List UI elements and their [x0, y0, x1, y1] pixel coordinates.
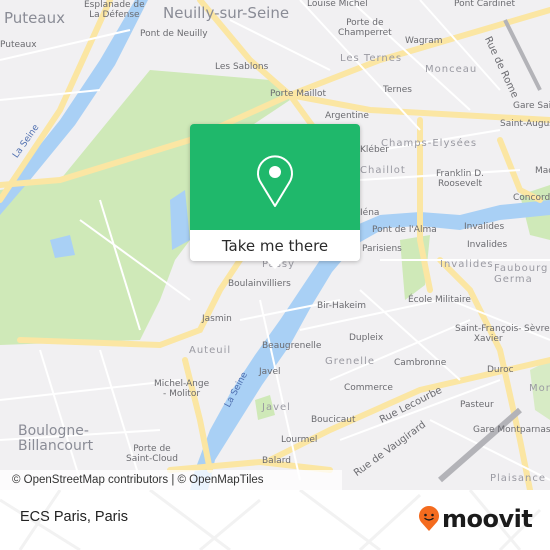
map-label-gare-saint-lazare: Gare Saint-Lazare — [513, 101, 550, 111]
map-label-lourmel: Lourmel — [281, 435, 318, 445]
map-label-franklin-roosevelt: Franklin D. Roosevelt — [436, 169, 485, 189]
map-label-parisiens: Parisiens — [362, 244, 402, 254]
map-label-pont-de-l-alma: Pont de l'Alma — [372, 225, 437, 235]
map-label-duroc: Duroc — [487, 365, 514, 375]
map-label-invalides: Invalides — [464, 222, 505, 232]
map-label-saint-francois-xavier: Saint-François- Xavier — [455, 324, 522, 344]
map-label-esplanade: Esplanade de La Défense — [84, 0, 145, 20]
moovit-smiley-pin-icon — [419, 506, 439, 531]
map-label-javel-district: Javel — [262, 402, 291, 413]
map-label-kleber: Kléber — [360, 145, 389, 155]
moovit-wordmark: moovit — [442, 505, 533, 533]
map-label-puteaux: Puteaux — [4, 9, 65, 27]
map-label-montparnasse: Montparnasse — [529, 383, 550, 394]
railway — [438, 407, 522, 483]
place-name: ECS Paris, Paris — [20, 509, 128, 525]
popup-header[interactable] — [190, 124, 360, 230]
map-label-javel-station: Javel — [259, 367, 281, 377]
map-label-monceau: Monceau — [425, 64, 478, 75]
map-label-louise-michel: Louise Michel — [307, 0, 368, 9]
map-label-les-sablons: Les Sablons — [215, 62, 269, 72]
map-label-pont-de-neuilly: Pont de Neuilly — [140, 29, 208, 39]
map-label-gare-montparnasse: Gare Montparnasse — [473, 425, 550, 435]
map-label-bir-hakeim: Bir-Hakeim — [317, 301, 367, 311]
map-label-plaisance: Plaisance — [490, 473, 547, 484]
map-label-les-ternes: Les Ternes — [340, 53, 403, 64]
map-label-cambronne: Cambronne — [394, 358, 447, 368]
map-label-grenelle: Grenelle — [325, 356, 375, 367]
map-label-pasteur: Pasteur — [460, 400, 494, 410]
map-label-invalides-district: Invalides — [440, 259, 494, 270]
map-label-ecole-militaire: École Militaire — [408, 295, 471, 305]
map-label-faubourg: Faubourg Germa — [494, 263, 549, 285]
map-label-porte-de-saint-cloud: Porte de Saint-Cloud — [126, 444, 178, 464]
map-pin-icon — [257, 155, 293, 207]
map-view[interactable]: Puteaux Puteaux Esplanade de La Défense … — [0, 0, 550, 490]
map-label-neuilly: Neuilly-sur-Seine — [163, 4, 290, 22]
map-label-champs-elysees: Champs-Elysées — [381, 138, 478, 149]
popup-pointer — [267, 261, 283, 269]
map-label-madeleine: Madeleine — [535, 166, 550, 176]
map-label-auteuil: Auteuil — [189, 345, 232, 356]
map-label-boucicaut: Boucicaut — [311, 415, 356, 425]
map-label-beaugrenelle: Beaugrenelle — [262, 341, 322, 351]
map-label-concorde: Concorde — [513, 193, 550, 203]
map-label-michel-ange-molitor: Michel-Ange - Molitor — [154, 379, 210, 399]
map-label-chaillot: Chaillot — [360, 165, 406, 176]
map-label-commerce: Commerce — [344, 383, 393, 393]
map-label-invalides-station: Invalides — [467, 240, 508, 250]
take-me-there-button[interactable]: Take me there — [190, 230, 360, 261]
map-label-iena: Iéna — [360, 208, 380, 218]
map-label-balard: Balard — [262, 456, 291, 466]
map-label-boulogne-billancourt: Boulogne- Billancourt — [18, 423, 94, 455]
map-label-porte-maillot: Porte Maillot — [270, 89, 327, 99]
map-label-pont-cardinet: Pont Cardinet — [454, 0, 516, 9]
map-label-argentine: Argentine — [325, 111, 369, 121]
map-label-jasmin: Jasmin — [202, 314, 232, 324]
moovit-logo[interactable]: moovit — [418, 505, 533, 533]
map-label-boulainvilliers: Boulainvilliers — [228, 279, 291, 289]
map-label-dupleix: Dupleix — [349, 333, 384, 343]
map-label-porte-de-champerret: Porte de Champerret — [338, 18, 392, 38]
map-label-wagram: Wagram — [405, 36, 443, 46]
map-label-sevres: Sèvres — [524, 324, 550, 334]
footer-bar: ECS Paris, Paris moovit — [0, 490, 550, 550]
map-label-ternes: Ternes — [383, 85, 412, 95]
destination-popup[interactable]: Take me there — [190, 124, 360, 269]
map-label-puteaux-station: Puteaux — [0, 40, 37, 50]
map-label-saint-augustin: Saint-Augustin — [500, 119, 550, 129]
map-attribution[interactable]: © OpenStreetMap contributors | © OpenMap… — [0, 470, 342, 490]
